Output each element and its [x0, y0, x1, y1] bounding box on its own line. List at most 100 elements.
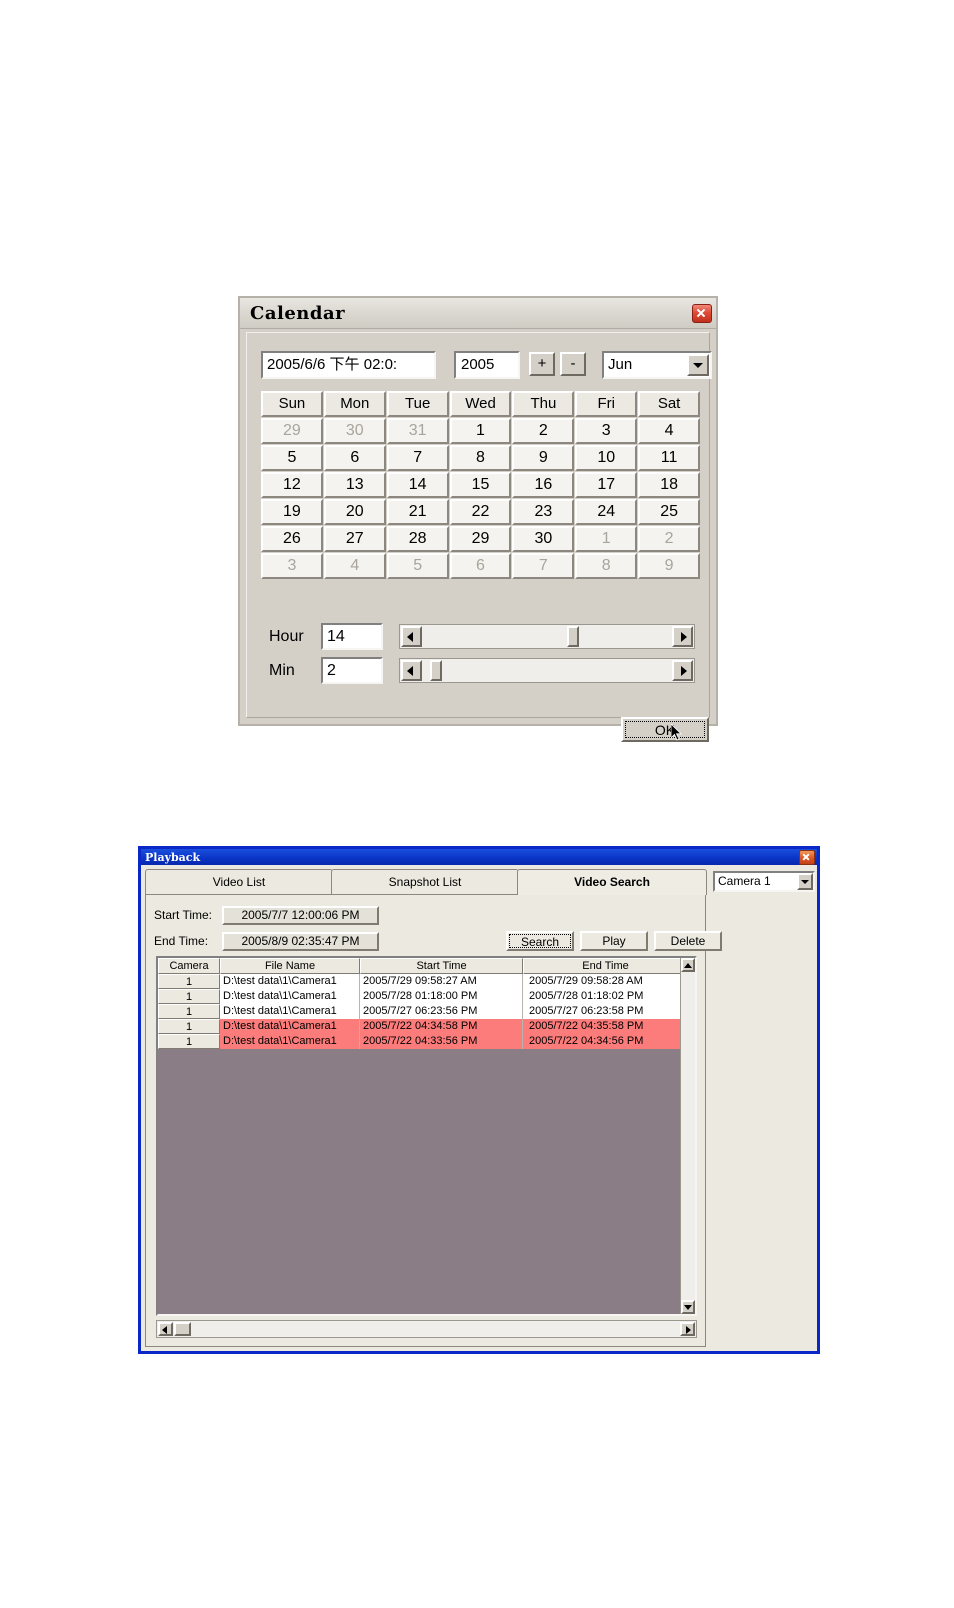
calendar-day-cell[interactable]: 25: [638, 499, 701, 525]
column-header-camera[interactable]: Camera: [158, 958, 220, 974]
tab-video-search[interactable]: Video Search: [517, 869, 707, 895]
calendar-titlebar[interactable]: Calendar: [240, 298, 716, 329]
playback-window-title: Playback: [145, 850, 201, 864]
triangle-right-icon[interactable]: [672, 626, 693, 647]
min-input[interactable]: 2: [321, 657, 383, 684]
hour-slider-thumb[interactable]: [566, 626, 579, 647]
calendar-day-cell[interactable]: 29: [261, 418, 323, 444]
cell-start: 2005/7/28 01:18:00 PM: [360, 989, 523, 1004]
calendar-day-cell[interactable]: 3: [575, 418, 638, 444]
triangle-left-icon[interactable]: [401, 660, 422, 681]
camera-select[interactable]: Camera 1: [713, 871, 815, 892]
calendar-weekday-thu: Thu: [512, 391, 575, 417]
table-row[interactable]: 1 D:\test data\1\Camera1 2005/7/22 04:33:5…: [158, 1034, 695, 1049]
close-icon[interactable]: [799, 849, 815, 865]
calendar-day-cell[interactable]: 27: [323, 526, 386, 552]
calendar-day-cell[interactable]: 30: [512, 526, 575, 552]
column-header-file-name[interactable]: File Name: [220, 958, 360, 974]
calendar-day-cell[interactable]: 2: [512, 418, 575, 444]
calendar-day-cell[interactable]: 11: [638, 445, 701, 471]
calendar-day-cell[interactable]: 13: [323, 472, 386, 498]
calendar-day-cell[interactable]: 6: [323, 445, 386, 471]
calendar-day-cell[interactable]: 21: [386, 499, 449, 525]
year-decrement-button[interactable]: -: [560, 352, 586, 376]
month-dropdown-value: Jun: [608, 356, 633, 373]
calendar-day-cell[interactable]: 6: [449, 553, 512, 579]
tab-video-list[interactable]: Video List: [145, 869, 333, 895]
calendar-day-cell[interactable]: 2: [638, 526, 701, 552]
list-horizontal-scrollbar[interactable]: [156, 1320, 697, 1338]
search-button[interactable]: Search: [506, 931, 574, 951]
close-icon[interactable]: [692, 303, 712, 323]
list-vertical-scrollbar[interactable]: [680, 958, 695, 1314]
year-increment-button[interactable]: +: [529, 352, 555, 376]
calendar-day-cell[interactable]: 20: [323, 499, 386, 525]
playback-titlebar[interactable]: Playback: [141, 849, 817, 865]
calendar-weekday-sun: Sun: [261, 391, 323, 417]
hour-slider[interactable]: [399, 624, 695, 649]
tab-snapshot-list[interactable]: Snapshot List: [331, 869, 519, 895]
table-row[interactable]: 1 D:\test data\1\Camera1 2005/7/22 04:34:5…: [158, 1019, 695, 1034]
column-header-start-time[interactable]: Start Time: [360, 958, 523, 974]
calendar-day-cell[interactable]: 4: [638, 418, 701, 444]
calendar-day-cell[interactable]: 9: [512, 445, 575, 471]
calendar-day-cell[interactable]: 29: [449, 526, 512, 552]
triangle-up-icon[interactable]: [681, 958, 695, 972]
calendar-day-cell[interactable]: 7: [512, 553, 575, 579]
calendar-day-cell[interactable]: 12: [261, 472, 323, 498]
calendar-day-cell[interactable]: 14: [386, 472, 449, 498]
calendar-day-cell[interactable]: 8: [575, 553, 638, 579]
triangle-right-icon[interactable]: [680, 1322, 695, 1336]
calendar-day-cell[interactable]: 1: [575, 526, 638, 552]
start-time-field[interactable]: 2005/7/7 12:00:06 PM: [222, 905, 379, 925]
calendar-day-cell[interactable]: 22: [449, 499, 512, 525]
calendar-day-cell[interactable]: 18: [638, 472, 701, 498]
hour-input[interactable]: 14: [321, 623, 383, 650]
table-row[interactable]: 1 D:\test data\1\Camera1 2005/7/29 09:58:2…: [158, 974, 695, 989]
ok-button[interactable]: OK: [621, 717, 709, 742]
end-time-field[interactable]: 2005/8/9 02:35:47 PM: [222, 931, 379, 951]
calendar-day-cell[interactable]: 4: [323, 553, 386, 579]
calendar-day-cell[interactable]: 3: [261, 553, 323, 579]
column-header-end-time[interactable]: End Time: [523, 958, 688, 974]
calendar-day-cell[interactable]: 8: [449, 445, 512, 471]
calendar-day-cell[interactable]: 17: [575, 472, 638, 498]
calendar-day-cell[interactable]: 16: [512, 472, 575, 498]
play-button[interactable]: Play: [580, 931, 648, 951]
datetime-field[interactable]: 2005/6/6 下午 02:0:: [261, 351, 436, 379]
month-dropdown[interactable]: Jun: [602, 351, 712, 379]
calendar-day-cell[interactable]: 31: [386, 418, 449, 444]
calendar-body: 2005/6/6 下午 02:0: 2005 + - Jun Sun Mon Tue…: [246, 332, 712, 742]
min-slider-thumb[interactable]: [430, 660, 443, 681]
min-slider[interactable]: [399, 658, 695, 683]
hscroll-thumb[interactable]: [174, 1322, 191, 1336]
calendar-day-cell[interactable]: 15: [449, 472, 512, 498]
video-results-list[interactable]: Camera File Name Start Time End Time 1 D:\te…: [156, 956, 697, 1316]
triangle-left-icon[interactable]: [401, 626, 422, 647]
chevron-down-icon[interactable]: [687, 354, 709, 376]
calendar-day-cell[interactable]: 30: [323, 418, 386, 444]
calendar-day-cell[interactable]: 28: [386, 526, 449, 552]
table-row[interactable]: 1 D:\test data\1\Camera1 2005/7/28 01:18:0…: [158, 989, 695, 1004]
calendar-day-cell[interactable]: 5: [386, 553, 449, 579]
calendar-day-cell[interactable]: 7: [386, 445, 449, 471]
table-row[interactable]: 1 D:\test data\1\Camera1 2005/7/27 06:23:5…: [158, 1004, 695, 1019]
triangle-left-icon[interactable]: [158, 1322, 173, 1336]
calendar-day-cell[interactable]: 5: [261, 445, 323, 471]
calendar-day-cell[interactable]: 19: [261, 499, 323, 525]
calendar-day-cell[interactable]: 1: [449, 418, 512, 444]
calendar-day-cell[interactable]: 24: [575, 499, 638, 525]
cell-file: D:\test data\1\Camera1: [220, 974, 360, 989]
calendar-day-cell[interactable]: 26: [261, 526, 323, 552]
calendar-week-row: 5 6 7 8 9 10 11: [261, 445, 701, 472]
calendar-day-cell[interactable]: 9: [638, 553, 701, 579]
chevron-down-icon[interactable]: [797, 873, 813, 890]
triangle-right-icon[interactable]: [672, 660, 693, 681]
min-label: Min: [269, 661, 295, 679]
delete-button[interactable]: Delete: [654, 931, 722, 951]
calendar-day-cell[interactable]: 23: [512, 499, 575, 525]
video-search-panel: Start Time: 2005/7/7 12:00:06 PM End Tim…: [145, 894, 722, 1347]
calendar-day-cell[interactable]: 10: [575, 445, 638, 471]
year-field[interactable]: 2005: [454, 351, 520, 379]
triangle-down-icon[interactable]: [681, 1300, 695, 1314]
